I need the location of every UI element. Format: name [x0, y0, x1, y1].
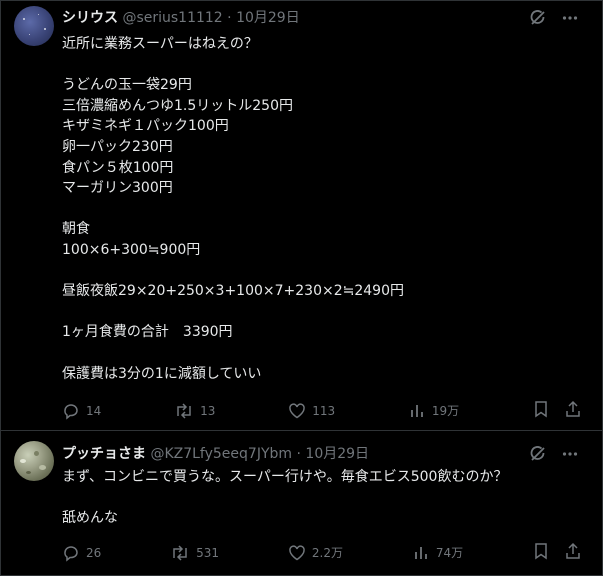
retweet-count: 531 [196, 545, 220, 560]
tweet-header: シリウス @serius11112 · 10月29日 [62, 9, 300, 27]
like-icon [288, 544, 306, 562]
retweet-button[interactable]: 13 [174, 402, 215, 420]
views-icon [412, 544, 430, 562]
views-count: 19万 [431, 404, 460, 418]
handle[interactable]: @serius11112 [122, 10, 222, 26]
display-name[interactable]: シリウス [62, 10, 118, 26]
avatar[interactable] [14, 6, 54, 46]
timestamp[interactable]: 10月29日 [236, 10, 300, 26]
like-count: 2.2万 [311, 546, 343, 560]
views-icon [408, 402, 426, 420]
timestamp[interactable]: 10月29日 [305, 446, 369, 462]
like-icon [288, 402, 306, 420]
like-button[interactable]: 2.2万 [288, 544, 343, 562]
tweet-text: 近所に業務スーパーはねえの？ うどんの玉一袋29円 三倍濃縮めんつゆ1.5リット… [62, 36, 405, 382]
right-actions [532, 400, 582, 421]
action-bar: 14 13 113 19万 [62, 400, 582, 421]
views-button[interactable]: 19万 [408, 402, 459, 420]
views-count: 74万 [435, 546, 464, 560]
more-icon[interactable] [561, 9, 579, 31]
reply-count: 14 [86, 403, 102, 418]
retweet-count: 13 [200, 403, 216, 418]
bookmark-icon[interactable] [532, 542, 550, 563]
action-bar: 26 531 2.2万 74万 [62, 542, 582, 563]
handle[interactable]: @KZ7Lfy5eeq7JYbm [150, 446, 292, 462]
retweet-icon [174, 402, 194, 420]
grok-icon[interactable] [529, 9, 547, 31]
more-icon[interactable] [561, 445, 579, 467]
reply-icon [62, 544, 80, 562]
bookmark-icon[interactable] [532, 400, 550, 421]
header-icons [529, 445, 579, 467]
reply-button[interactable]: 26 [62, 544, 101, 562]
header-icons [529, 9, 579, 31]
avatar[interactable] [14, 441, 54, 481]
like-button[interactable]: 113 [288, 402, 335, 420]
grok-icon[interactable] [529, 445, 547, 467]
reply-count: 26 [86, 545, 102, 560]
views-button[interactable]: 74万 [412, 544, 463, 562]
tweet-text: まず、コンビニで買うな。スーパー行けや。毎食エビス500飲むのか？ 舐めんな [62, 469, 508, 527]
separator: · [292, 446, 306, 462]
like-count: 113 [312, 403, 336, 418]
retweet-icon [170, 544, 190, 562]
retweet-button[interactable]: 531 [170, 544, 219, 562]
share-icon[interactable] [564, 400, 582, 421]
reply-icon [62, 402, 80, 420]
share-icon[interactable] [564, 542, 582, 563]
tweet-header: プッチョさま @KZ7Lfy5eeq7JYbm · 10月29日 [62, 445, 369, 463]
right-actions [532, 542, 582, 563]
separator: · [222, 10, 237, 26]
reply-button[interactable]: 14 [62, 402, 101, 420]
tweet[interactable]: シリウス @serius11112 · 10月29日 近所に業務スーパーはねえの… [0, 0, 603, 431]
display-name[interactable]: プッチョさま [62, 446, 146, 462]
